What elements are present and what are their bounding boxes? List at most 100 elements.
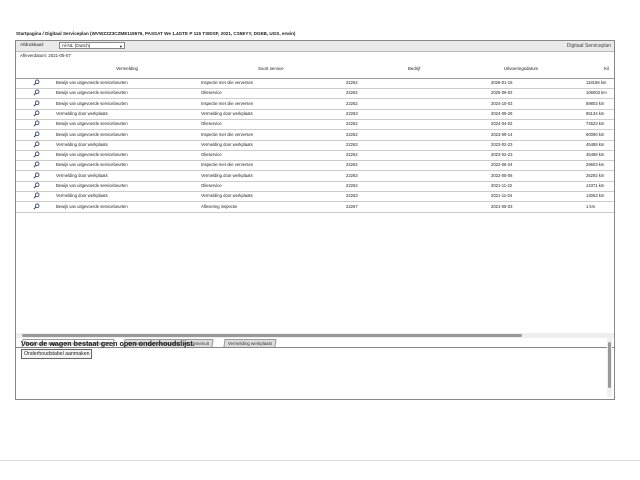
- cell-kilometers: 85134 km: [586, 110, 605, 116]
- cell-kilometers: 1 km: [586, 203, 596, 209]
- cell-bedrijf: 22263: [346, 172, 358, 178]
- tab-workshop-notes[interactable]: Vermelding werkplaats: [223, 339, 277, 347]
- cell-soort-service: Vermelding door werkplaats: [201, 172, 253, 178]
- cell-uitvoeringsdatum: 2023-09-14: [491, 131, 513, 137]
- column-header-soort-service[interactable]: Soort service: [258, 66, 284, 71]
- cell-bedrijf: 22263: [346, 110, 358, 116]
- cell-vermelding: Bewijs van uitgevoerde servicebeurten: [56, 121, 128, 127]
- cell-uitvoeringsdatum: 2026-01-15: [491, 80, 513, 85]
- magnifier-icon[interactable]: [33, 79, 40, 86]
- cell-bedrijf: 22263: [346, 141, 358, 147]
- divider: [0, 460, 640, 461]
- cell-bedrijf: 22262: [346, 183, 358, 188]
- cell-vermelding: Bewijs van uitgevoerde servicebeurten: [56, 152, 128, 158]
- maintenance-notice: Voor de wagen bestaat geen open onderhou…: [21, 339, 195, 348]
- cell-uitvoeringsdatum: 2024-10-03: [491, 100, 513, 106]
- cell-soort-service: Vermelding door werkplaats: [201, 110, 253, 116]
- cell-soort-service: Inspectie met olie verversen: [201, 162, 254, 168]
- cell-uitvoeringsdatum: 2022-05-06: [491, 172, 513, 178]
- cell-kilometers: 74523 km: [586, 121, 605, 127]
- cell-bedrijf: 22262: [346, 152, 358, 158]
- cell-kilometers: 25292 km: [586, 172, 605, 178]
- cell-uitvoeringsdatum: 2021-05-03: [491, 203, 513, 209]
- service-table: Vermelding Soort service Bedrijf Uitvoer…: [16, 60, 614, 355]
- cell-vermelding: Bewijs van uitgevoerde servicebeurten: [56, 100, 128, 106]
- column-header-vermelding[interactable]: Vermelding: [116, 66, 138, 71]
- cell-vermelding: Vermelding door werkplaats: [56, 110, 108, 116]
- cell-vermelding: Bewijs van uitgevoerde servicebeurten: [56, 131, 128, 137]
- column-header-uitvoeringsdatum[interactable]: Uitvoeringsdatum: [504, 66, 538, 71]
- magnifier-icon[interactable]: [33, 120, 40, 127]
- cell-bedrijf: 22262: [346, 131, 358, 137]
- magnifier-icon[interactable]: [33, 110, 40, 117]
- cell-kilometers: 89803 km: [586, 100, 605, 106]
- cell-vermelding: Vermelding door werkplaats: [56, 193, 108, 199]
- magnifier-icon[interactable]: [33, 203, 40, 210]
- language-select-value: nl-NL (Dutch): [62, 44, 91, 49]
- cell-soort-service: Olieservice: [201, 183, 222, 188]
- cell-vermelding: Bewijs van uitgevoerde servicebeurten: [56, 183, 128, 188]
- cell-vermelding: Vermelding door werkplaats: [56, 172, 108, 178]
- cell-soort-service: Inspectie met olie verversen: [201, 80, 254, 85]
- breadcrumb: Startpagina / Digitaal Serviceplan (WVWZ…: [16, 31, 296, 36]
- cell-soort-service: Aflevering inspectie: [201, 203, 238, 209]
- cell-uitvoeringsdatum: 2023-02-23: [491, 141, 513, 147]
- magnifier-icon[interactable]: [33, 182, 40, 189]
- cell-kilometers: 13063 km: [586, 193, 605, 199]
- cell-bedrijf: 22262: [346, 121, 358, 127]
- cell-vermelding: Vermelding door werkplaats: [56, 141, 108, 147]
- scrollbar-thumb[interactable]: [608, 342, 611, 388]
- column-header-kilometers[interactable]: Kil: [604, 66, 609, 71]
- magnifier-icon[interactable]: [33, 151, 40, 158]
- tab-label: Vermelding werkplaats: [227, 341, 273, 346]
- magnifier-icon[interactable]: [33, 172, 40, 179]
- cell-soort-service: Vermelding door werkplaats: [201, 193, 253, 199]
- vertical-scrollbar[interactable]: [607, 337, 612, 397]
- magnifier-icon[interactable]: [33, 141, 40, 148]
- cell-bedrijf: 22262: [346, 100, 358, 106]
- magnifier-icon[interactable]: [33, 100, 40, 107]
- cell-bedrijf: 22263: [346, 193, 358, 199]
- cell-kilometers: 106003 km: [586, 90, 607, 96]
- cell-kilometers: 60090 km: [586, 131, 605, 137]
- cell-soort-service: Olieservice: [201, 121, 222, 127]
- print-language-label: Afdrukkaal:: [20, 43, 44, 48]
- cell-soort-service: Vermelding door werkplaats: [201, 141, 253, 147]
- cell-vermelding: Bewijs van uitgevoerde servicebeurten: [56, 80, 128, 85]
- cell-soort-service: Inspectie met olie verversen: [201, 100, 254, 106]
- chevron-down-icon: ▾: [119, 44, 122, 49]
- cell-kilometers: 45488 km: [586, 141, 605, 147]
- magnifier-icon[interactable]: [33, 192, 40, 199]
- table-row[interactable]: Bewijs van uitgevoerde servicebeurten Afl…: [16, 202, 614, 213]
- cell-vermelding: Bewijs van uitgevoerde servicebeurten: [56, 203, 128, 209]
- cell-bedrijf: 22267: [346, 203, 358, 209]
- delivery-date: Afleverdatum: 2021-05-07: [20, 53, 71, 58]
- cell-bedrijf: 22262: [346, 90, 358, 96]
- cell-uitvoeringsdatum: 2021-11-22: [491, 183, 513, 188]
- cell-kilometers: 118196 km: [586, 80, 607, 85]
- service-plan-window: Afdrukkaal: nl-NL (Dutch) ▾ Digitaal Ser…: [15, 40, 615, 400]
- cell-uitvoeringsdatum: 2024-04-02: [491, 121, 513, 127]
- language-select[interactable]: nl-NL (Dutch) ▾: [59, 42, 125, 49]
- app-title: Digitaal Serviceplan: [566, 43, 611, 49]
- cell-bedrijf: 22262: [346, 80, 358, 85]
- cell-uitvoeringsdatum: 2022-06-24: [491, 162, 513, 168]
- cell-vermelding: Bewijs van uitgevoerde servicebeurten: [56, 90, 128, 96]
- column-header-bedrijf[interactable]: Bedrijf: [408, 66, 420, 71]
- toolbar: Afdrukkaal: nl-NL (Dutch) ▾ Digitaal Ser…: [16, 41, 614, 52]
- cell-uitvoeringsdatum: 2023-02-23: [491, 152, 513, 158]
- magnifier-icon[interactable]: [33, 131, 40, 138]
- cell-soort-service: Olieservice: [201, 152, 222, 158]
- cell-soort-service: Inspectie met olie verversen: [201, 131, 254, 137]
- table-header: Vermelding Soort service Bedrijf Uitvoer…: [16, 60, 614, 79]
- magnifier-icon[interactable]: [33, 89, 40, 96]
- scrollbar-thumb[interactable]: [22, 334, 522, 337]
- cell-vermelding: Bewijs van uitgevoerde servicebeurten: [56, 162, 128, 168]
- create-maintenance-table-button[interactable]: Onderhoudstabel aanmaken: [21, 349, 93, 359]
- cell-uitvoeringsdatum: 2021-11-04: [491, 193, 513, 199]
- cell-bedrijf: 22262: [346, 162, 358, 168]
- cell-soort-service: Olieservice: [201, 90, 222, 96]
- cell-kilometers: 45488 km: [586, 152, 605, 158]
- magnifier-icon[interactable]: [33, 161, 40, 168]
- cell-uitvoeringsdatum: 2024-09-26: [491, 110, 513, 116]
